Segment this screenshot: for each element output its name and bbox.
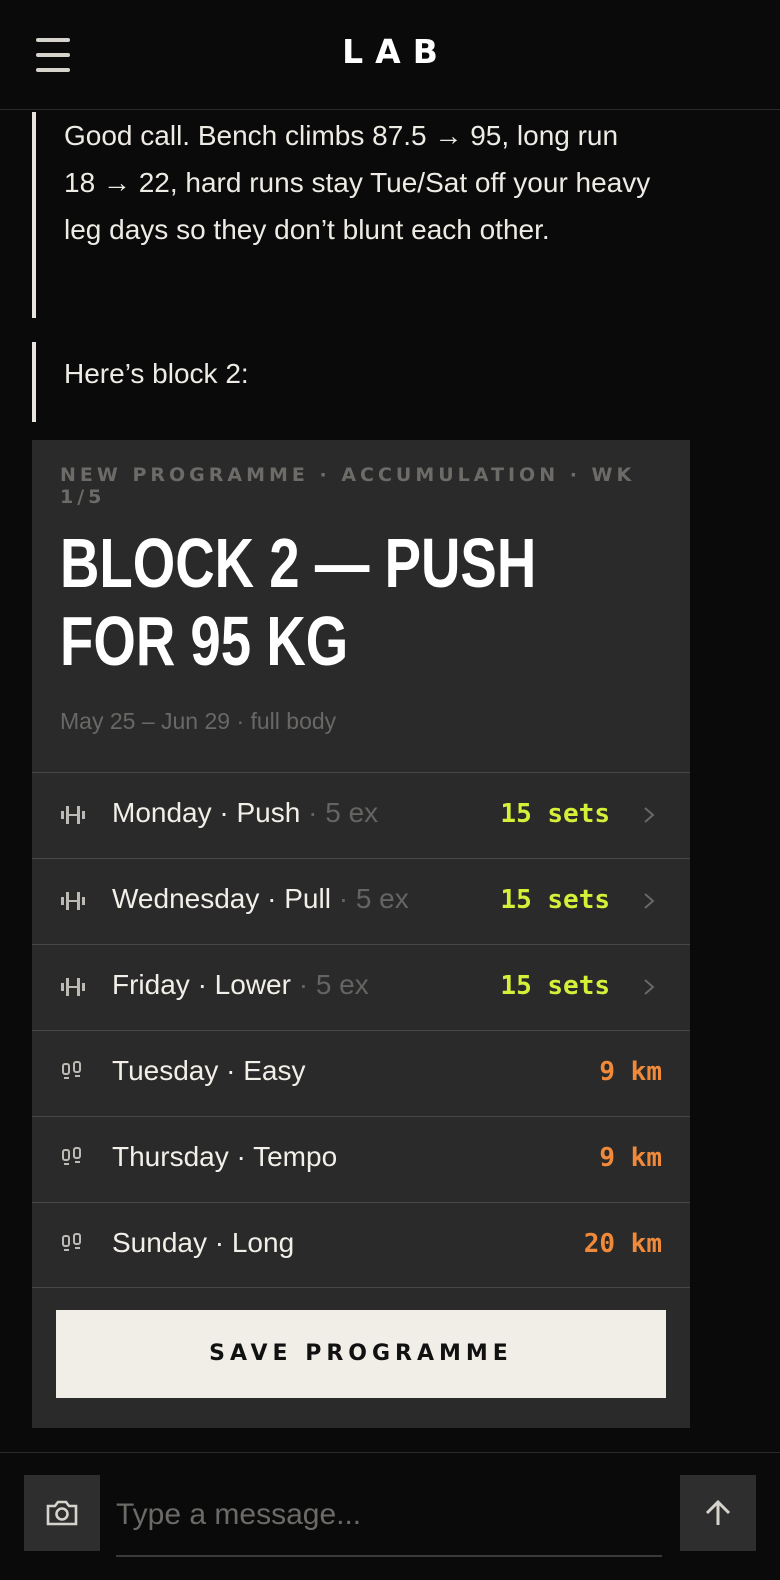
session-sets: 15 sets — [500, 885, 610, 915]
message-input[interactable] — [116, 1475, 662, 1557]
session-distance: 9 km — [599, 1143, 662, 1173]
session-label: Wednesday · Pull · 5 ex — [112, 883, 409, 914]
message-text: Good call. Bench climbs 87.5 → 95, long … — [64, 120, 651, 245]
session-row-friday-lower[interactable]: Friday · Lower · 5 ex 15 sets — [32, 944, 690, 1030]
barbell-icon — [61, 806, 85, 824]
programme-dates: May 25 – Jun 29 · full body — [60, 708, 337, 734]
chevron-right-icon — [644, 979, 655, 995]
session-distance: 20 km — [583, 1229, 662, 1259]
save-programme-button[interactable]: SAVE PROGRAMME — [56, 1310, 666, 1398]
assistant-message: Here’s block 2: — [32, 342, 652, 422]
session-label: Thursday · Tempo — [112, 1141, 338, 1172]
assistant-message: Good call. Bench climbs 87.5 → 95, long … — [32, 112, 652, 318]
session-label: Tuesday · Easy — [112, 1055, 306, 1086]
app-header: LAB — [0, 0, 780, 110]
session-label: Monday · Push · 5 ex — [112, 797, 379, 828]
session-list: Monday · Push · 5 ex 15 sets Wednesday ·… — [32, 772, 690, 1288]
programme-title: BLOCK 2 — PUSH FOR 95 KG — [60, 524, 537, 680]
chevron-right-icon — [644, 893, 655, 909]
session-label: Sunday · Long — [112, 1227, 295, 1258]
programme-card: NEW PROGRAMME · ACCUMULATION · WK 1/5 BL… — [32, 440, 690, 1428]
session-distance: 9 km — [599, 1057, 662, 1087]
app-logo: LAB — [342, 32, 450, 71]
barbell-icon — [61, 892, 85, 910]
footprints-icon — [62, 1233, 81, 1251]
session-sets: 15 sets — [500, 799, 610, 829]
barbell-icon — [61, 978, 85, 996]
camera-button[interactable] — [24, 1475, 100, 1551]
arrow-up-icon — [705, 1499, 731, 1525]
programme-eyebrow: NEW PROGRAMME · ACCUMULATION · WK 1/5 — [60, 464, 636, 508]
message-composer — [0, 1452, 780, 1580]
camera-icon — [46, 1500, 78, 1526]
session-row-tuesday-easy: Tuesday · Easy 9 km — [32, 1030, 690, 1116]
session-row-monday-push[interactable]: Monday · Push · 5 ex 15 sets — [32, 772, 690, 858]
chevron-right-icon — [644, 807, 655, 823]
footprints-icon — [62, 1147, 81, 1165]
session-row-thursday-tempo: Thursday · Tempo 9 km — [32, 1116, 690, 1202]
session-row-sunday-long: Sunday · Long 20 km — [32, 1202, 690, 1288]
session-row-wednesday-pull[interactable]: Wednesday · Pull · 5 ex 15 sets — [32, 858, 690, 944]
footprints-icon — [62, 1061, 81, 1079]
message-text: Here’s block 2: — [64, 358, 249, 389]
send-button[interactable] — [680, 1475, 756, 1551]
session-sets: 15 sets — [500, 971, 610, 1001]
session-label: Friday · Lower · 5 ex — [112, 969, 369, 1000]
